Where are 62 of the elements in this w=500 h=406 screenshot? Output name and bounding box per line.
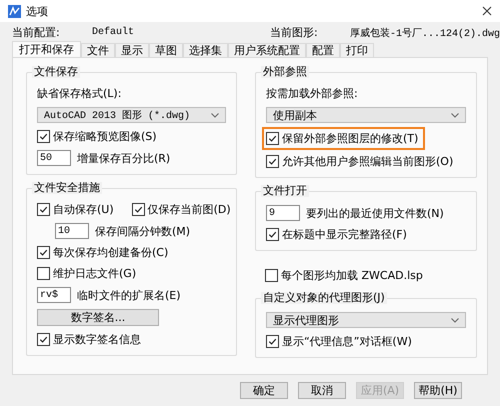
signature-button[interactable]: 数字签名... [37, 309, 159, 326]
dialog-button[interactable]: 帮助(H) [414, 382, 462, 399]
checkbox-label: 每个图形均加载 ZWCAD.lsp [281, 268, 423, 283]
chevron-icon [451, 112, 459, 118]
checkbox-label: 显示“代理信息”对话框(W) [282, 334, 412, 349]
checkbox-label: 维护日志文件(G) [53, 266, 136, 281]
checkbox[interactable] [37, 267, 50, 280]
checkbox-label: 显示数字签名信息 [53, 332, 141, 347]
checkbox[interactable] [266, 335, 279, 348]
field-label: 增量保存百分比(R) [77, 150, 170, 166]
checkbox[interactable] [37, 130, 50, 143]
checkbox-label: 保留外部参照图层的修改(T) [282, 131, 418, 146]
checkbox-label: 保存缩略预览图像(S) [53, 129, 157, 144]
dropdown[interactable]: AutoCAD 2013 图形 (*.dwg) [37, 107, 226, 123]
checkbox-label: 每次保存均创建备份(C) [53, 245, 168, 260]
checkbox[interactable] [37, 246, 50, 259]
info-value: 厚威包装-1号厂...124(2).dwg [350, 26, 500, 40]
checkbox[interactable] [266, 132, 279, 145]
checkbox-label: 在标题中显示完整路径(F) [282, 227, 407, 242]
checkbox[interactable] [265, 269, 278, 282]
input-field[interactable]: 9 [266, 205, 300, 221]
chevron-icon [451, 318, 459, 322]
field-label: 临时文件的扩展名(E) [77, 288, 181, 302]
dialog-button[interactable]: 取消 [298, 382, 346, 399]
close-icon[interactable] [482, 6, 492, 16]
tab[interactable]: 文件 [81, 43, 115, 57]
info-value: Default [92, 27, 136, 38]
input-field[interactable]: 50 [37, 150, 71, 166]
checkbox-label: 仅保存当前图(D) [148, 202, 231, 217]
info-label: 当前配置: [12, 25, 61, 40]
field-label: 保存间隔分钟数(M) [95, 224, 190, 238]
dropdown[interactable]: 显示代理图形 [266, 312, 466, 328]
checkbox-label: 允许其他用户参照编辑当前图形(O) [282, 154, 454, 169]
group-title: 文件打开 [261, 185, 309, 197]
info-label: 当前图形: [270, 25, 319, 40]
group-title: 自定义对象的代理图形(J) [261, 292, 387, 304]
checkbox-label: 自动保存(U) [53, 202, 114, 217]
dropdown[interactable]: 使用副本 [266, 107, 466, 123]
tab[interactable]: 配置 [306, 43, 340, 57]
field-label: 缺省保存格式(L): [37, 86, 122, 101]
checkbox[interactable] [37, 333, 50, 346]
tab[interactable]: 显示 [115, 43, 149, 57]
dialog-button[interactable]: 确定 [240, 382, 288, 399]
group-title: 外部参照 [261, 66, 309, 78]
input-field[interactable]: rv$ [37, 287, 71, 303]
checkbox[interactable] [266, 228, 279, 241]
window-title: 选项 [26, 4, 49, 18]
chevron-icon [211, 112, 219, 118]
checkbox[interactable] [132, 203, 145, 216]
field-label: 要列出的最近使用文件数(N) [306, 206, 444, 220]
group-title: 文件安全措施 [32, 182, 102, 194]
tab[interactable]: 打开和保存 [12, 41, 81, 57]
input-field[interactable]: 10 [55, 223, 89, 239]
group-title: 文件保存 [32, 66, 80, 78]
app-logo-icon [8, 4, 21, 18]
tab[interactable]: 草图 [149, 43, 183, 57]
tab[interactable]: 打印 [340, 43, 374, 57]
checkbox[interactable] [266, 155, 279, 168]
tab[interactable]: 用户系统配置 [228, 43, 306, 57]
field-label: 按需加载外部参照: [266, 86, 359, 101]
tab[interactable]: 选择集 [183, 43, 228, 57]
checkbox[interactable] [37, 203, 50, 216]
